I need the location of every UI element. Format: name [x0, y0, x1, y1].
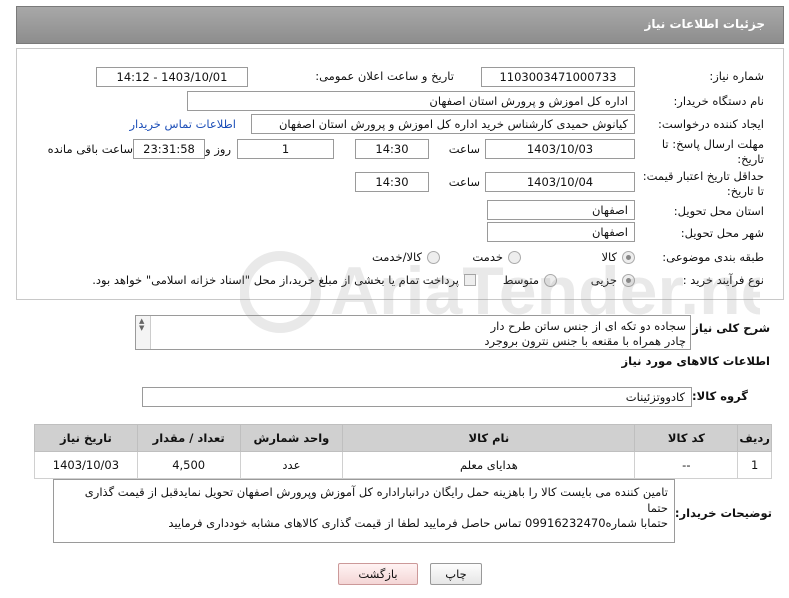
cell-code: -- — [634, 451, 739, 479]
treasury-payment-checkbox[interactable] — [464, 274, 476, 286]
category-radio-goods-service[interactable] — [427, 251, 440, 264]
purchase-type-label: نوع فرآیند خرید : — [682, 273, 764, 287]
print-button[interactable]: چاپ — [430, 563, 482, 585]
items-table: ردیف کد کالا نام کالا واحد شمارش تعداد /… — [34, 424, 772, 479]
announce-datetime-label: تاریخ و ساعت اعلان عمومی: — [315, 69, 454, 83]
col-row-header: ردیف — [737, 424, 772, 452]
reply-date-field: 1403/10/03 — [485, 139, 635, 159]
remaining-time-field: 23:31:58 — [133, 139, 205, 159]
need-info-panel: شماره نیاز: 1103003471000733 تاریخ و ساع… — [16, 48, 784, 300]
col-qty-header: تعداد / مقدار — [136, 424, 241, 452]
buyer-notes-label: توضیحات خریدار: — [674, 506, 772, 520]
reply-time-label: ساعت — [448, 142, 480, 156]
description-line-2: چادر همراه با مقنعه با جنس نترون بروجرد — [484, 334, 686, 348]
delivery-city-field: اصفهان — [487, 222, 635, 242]
category-radio-service[interactable] — [508, 251, 521, 264]
description-line-1: سجاده دو تکه ای از جنس ساتن طرح دار — [490, 319, 686, 333]
purchase-radio-medium[interactable] — [544, 274, 557, 287]
delivery-province-field: اصفهان — [487, 200, 635, 220]
reply-deadline-label: مهلت ارسال پاسخ: تا تاریخ: — [661, 137, 764, 166]
goods-group-field: کادووتزئینات — [142, 387, 692, 407]
back-button[interactable]: بازگشت — [338, 563, 418, 585]
price-validity-time-field: 14:30 — [355, 172, 429, 192]
price-validity-date-field: 1403/10/04 — [485, 172, 635, 192]
description-textarea[interactable]: سجاده دو تکه ای از جنس ساتن طرح دار چادر… — [135, 315, 691, 350]
price-validity-time-label: ساعت — [448, 175, 480, 189]
description-scrollbar[interactable]: ▲ ▼ — [136, 316, 151, 349]
need-number-field: 1103003471000733 — [481, 67, 635, 87]
requester-label: ایجاد کننده درخواست: — [658, 117, 764, 131]
category-label: طبقه بندی موضوعی: — [662, 250, 764, 264]
category-radio-goods[interactable] — [622, 251, 635, 264]
cell-qty: 4,500 — [136, 451, 241, 479]
cell-date: 1403/10/03 — [34, 451, 138, 479]
col-code-header: کد کالا — [634, 424, 739, 452]
scroll-down-icon: ▼ — [139, 324, 145, 332]
purchase-radio-minor[interactable] — [622, 274, 635, 287]
requester-field: کیانوش حمیدی کارشناس خرید اداره کل اموزش… — [251, 114, 635, 134]
category-option-goods: کالا — [601, 250, 617, 264]
buyer-notes-line-2: حتمابا شماره09916232470 تماس حاصل فرمایی… — [168, 516, 668, 530]
announce-datetime-field: 1403/10/01 - 14:12 — [96, 67, 248, 87]
delivery-province-label: استان محل تحویل: — [673, 204, 764, 218]
table-row: 1 -- هدایای معلم عدد 4,500 1403/10/03 — [34, 451, 772, 479]
buyer-notes-textarea[interactable]: تامین کننده می بایست کالا را باهزینه حمل… — [53, 479, 675, 543]
category-option-goods-service: کالا/خدمت — [371, 250, 422, 264]
buyer-notes-line-1: تامین کننده می بایست کالا را باهزینه حمل… — [84, 485, 668, 515]
page-title: جزئیات اطلاعات نیاز — [644, 17, 765, 31]
goods-group-label: گروه کالا: — [692, 389, 748, 403]
remaining-time-label: ساعت باقی مانده — [47, 142, 133, 156]
need-number-label: شماره نیاز: — [709, 69, 764, 83]
buyer-org-field: اداره کل اموزش و پرورش استان اصفهان — [187, 91, 635, 111]
buyer-org-label: نام دستگاه خریدار: — [673, 94, 764, 108]
items-table-header: ردیف کد کالا نام کالا واحد شمارش تعداد /… — [34, 424, 772, 452]
cell-unit: عدد — [239, 451, 344, 479]
reply-time-field: 14:30 — [355, 139, 429, 159]
reply-days-label: روز و — [205, 142, 231, 156]
col-name-header: نام کالا — [342, 424, 636, 452]
col-unit-header: واحد شمارش — [239, 424, 344, 452]
purchase-option-minor: جزیی — [590, 273, 617, 287]
goods-section-title: اطلاعات کالاهای مورد نیاز — [621, 354, 770, 368]
price-validity-label: حداقل تاریخ اعتبار قیمت: تا تاریخ: — [642, 169, 764, 198]
delivery-city-label: شهر محل تحویل: — [680, 226, 764, 240]
treasury-payment-note: پرداخت تمام یا بخشی از مبلغ خرید،از محل … — [92, 273, 459, 287]
description-label: شرح کلی نیاز: — [687, 321, 770, 335]
col-date-header: تاریخ نیاز — [34, 424, 138, 452]
reply-days-field: 1 — [237, 139, 334, 159]
category-option-service: خدمت — [472, 250, 503, 264]
cell-name: هدایای معلم — [342, 451, 636, 479]
buyer-contact-link[interactable]: اطلاعات تماس خریدار — [129, 117, 236, 131]
cell-row: 1 — [737, 451, 772, 479]
page-title-bar: جزئیات اطلاعات نیاز — [16, 6, 784, 44]
purchase-option-medium: متوسط — [502, 273, 539, 287]
